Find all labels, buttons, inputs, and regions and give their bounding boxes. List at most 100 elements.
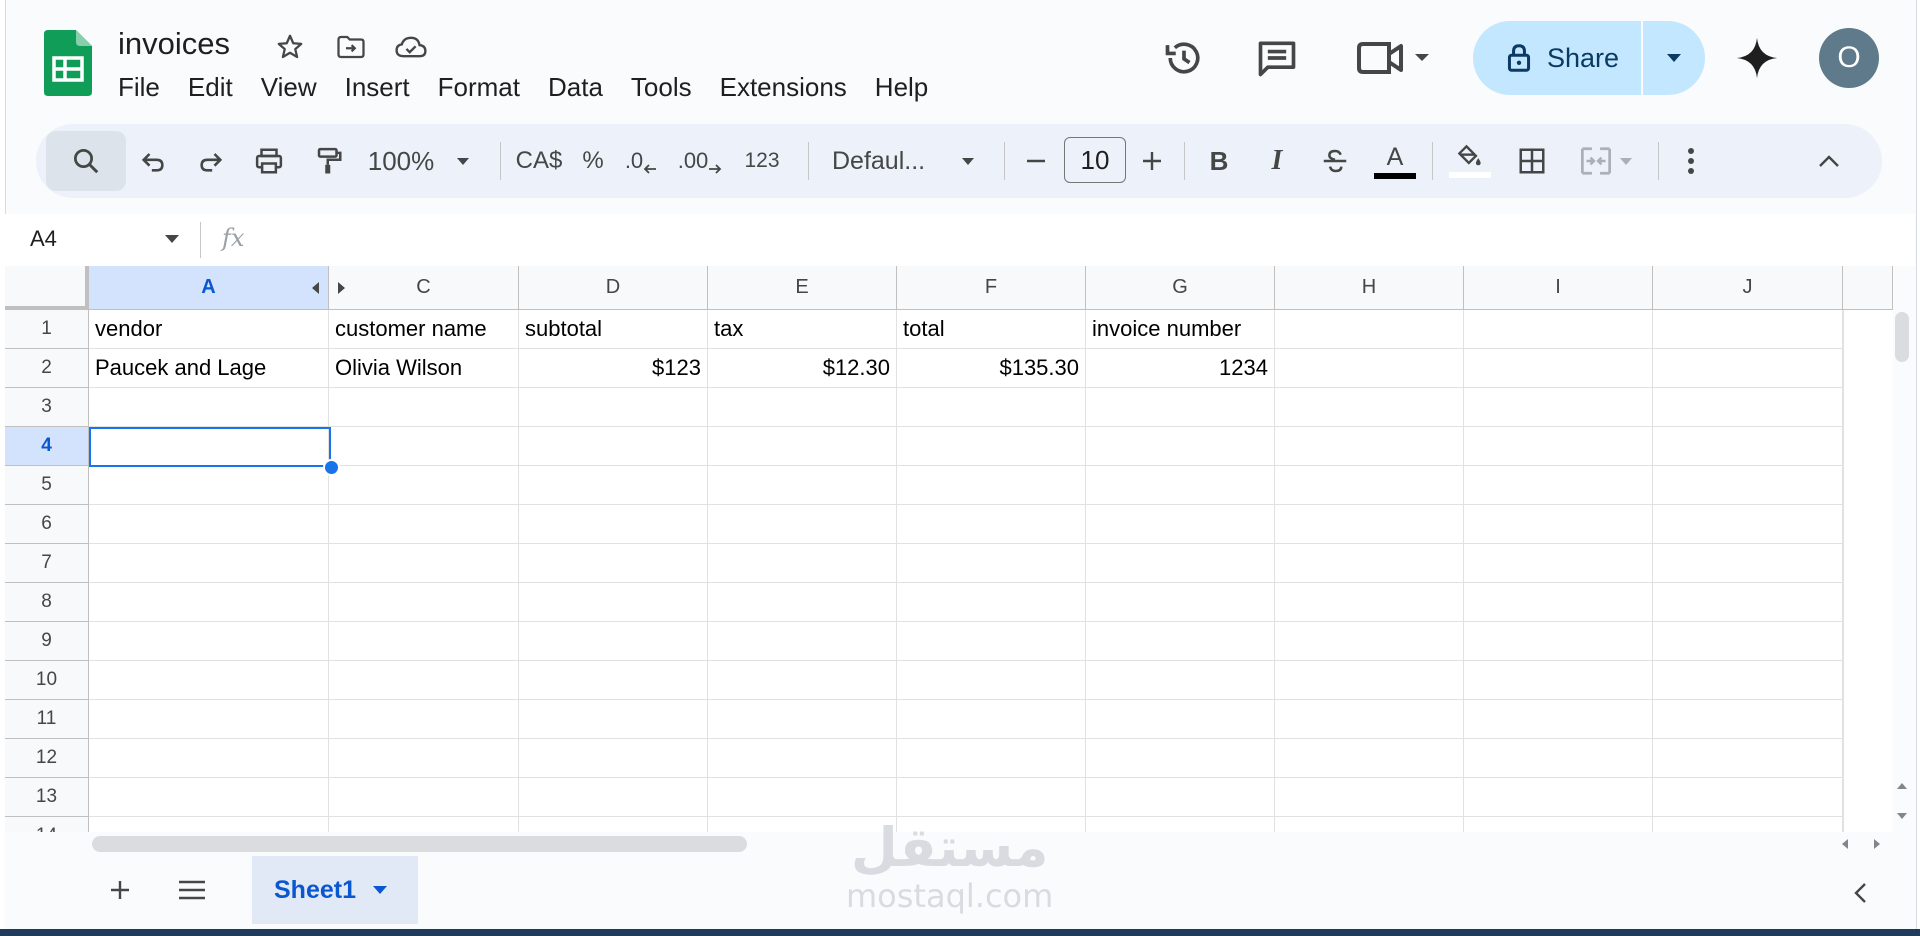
version-history-icon[interactable] [1160, 34, 1208, 82]
grid-cell[interactable] [1653, 778, 1843, 817]
grid-cell[interactable] [1275, 778, 1464, 817]
grid-cell[interactable] [1086, 817, 1275, 832]
grid-cell[interactable] [1653, 817, 1843, 832]
grid-cell[interactable] [1086, 544, 1275, 583]
gemini-sparkle-icon[interactable] [1733, 34, 1781, 82]
grid-cell[interactable] [519, 427, 708, 466]
fill-handle[interactable] [323, 459, 340, 476]
row-header-4[interactable]: 4 [5, 427, 89, 466]
grid-cell[interactable] [89, 583, 329, 622]
grid-cell[interactable] [89, 388, 329, 427]
column-header-j[interactable]: J [1653, 266, 1843, 310]
formula-input[interactable] [270, 224, 1870, 254]
active-cell-selection[interactable] [89, 427, 331, 467]
grid-cell[interactable] [1464, 583, 1653, 622]
bold-button[interactable]: B [1194, 124, 1244, 198]
cell-a2[interactable]: Paucek and Lage [89, 349, 329, 388]
print-icon[interactable] [242, 124, 296, 198]
grid-cell[interactable] [1086, 427, 1275, 466]
grid-cell[interactable] [1086, 505, 1275, 544]
hidden-columns-right-arrow-icon[interactable] [337, 281, 347, 295]
grid-cell[interactable] [708, 700, 897, 739]
comments-icon[interactable] [1253, 34, 1301, 82]
grid-cell[interactable] [897, 622, 1086, 661]
grid-cell[interactable] [1275, 466, 1464, 505]
vertical-scroll-thumb[interactable] [1895, 312, 1909, 362]
menu-file[interactable]: File [104, 72, 174, 103]
grid-cell[interactable] [89, 544, 329, 583]
grid-cell[interactable] [1464, 466, 1653, 505]
zoom-caret-icon[interactable] [448, 124, 478, 198]
grid-cell[interactable] [1464, 778, 1653, 817]
grid-cell[interactable] [519, 583, 708, 622]
grid-cell[interactable] [1275, 622, 1464, 661]
menu-extensions[interactable]: Extensions [706, 72, 861, 103]
grid-cell[interactable] [329, 466, 519, 505]
name-box-caret-icon[interactable] [164, 234, 180, 244]
grid-cell[interactable] [329, 778, 519, 817]
row-header-14[interactable]: 14 [5, 817, 89, 832]
grid-cell[interactable] [708, 778, 897, 817]
grid-cell[interactable] [519, 778, 708, 817]
grid-cell[interactable] [1275, 310, 1464, 349]
grid-cell[interactable] [897, 427, 1086, 466]
cell-c1[interactable]: customer name [329, 310, 519, 349]
grid-cell[interactable] [708, 583, 897, 622]
grid-cell[interactable] [329, 739, 519, 778]
grid-cell[interactable] [897, 700, 1086, 739]
grid-cell[interactable] [1464, 661, 1653, 700]
row-header-5[interactable]: 5 [5, 466, 89, 505]
paint-format-icon[interactable] [302, 124, 356, 198]
select-all-corner[interactable] [5, 266, 89, 310]
grid-cell[interactable] [89, 466, 329, 505]
grid-cell[interactable] [1653, 349, 1843, 388]
menu-insert[interactable]: Insert [331, 72, 424, 103]
grid-cell[interactable] [1464, 739, 1653, 778]
menu-data[interactable]: Data [534, 72, 617, 103]
grid-cell[interactable] [89, 661, 329, 700]
cell-d2[interactable]: $123 [519, 349, 708, 388]
grid-cell[interactable] [708, 427, 897, 466]
column-header-a[interactable]: A [89, 266, 329, 310]
cell-f1[interactable]: total [897, 310, 1086, 349]
cell-g1[interactable]: invoice number [1086, 310, 1275, 349]
column-header-c[interactable]: C [329, 266, 519, 310]
grid-cell[interactable] [89, 817, 329, 832]
grid-cell[interactable] [708, 466, 897, 505]
menu-edit[interactable]: Edit [174, 72, 247, 103]
add-sheet-icon[interactable] [102, 872, 138, 908]
grid-cell[interactable] [89, 739, 329, 778]
scroll-left-arrow-icon[interactable] [1841, 838, 1849, 850]
fill-color-button[interactable] [1442, 124, 1498, 198]
decrease-font-size-button[interactable] [1014, 124, 1058, 198]
grid-cell[interactable] [329, 544, 519, 583]
merge-cells-button[interactable] [1566, 124, 1646, 198]
menu-tools[interactable]: Tools [617, 72, 706, 103]
row-header-9[interactable]: 9 [5, 622, 89, 661]
percent-format-button[interactable]: % [574, 124, 612, 198]
scroll-up-arrow-icon[interactable] [1896, 782, 1908, 790]
name-box[interactable]: A4 [30, 226, 57, 252]
column-header-i[interactable]: I [1464, 266, 1653, 310]
row-header-7[interactable]: 7 [5, 544, 89, 583]
grid-cell[interactable] [329, 388, 519, 427]
row-header-3[interactable]: 3 [5, 388, 89, 427]
menu-view[interactable]: View [247, 72, 331, 103]
grid-cell[interactable] [89, 505, 329, 544]
text-color-button[interactable]: A [1368, 124, 1422, 198]
currency-format-button[interactable]: CA$ [510, 124, 568, 198]
scroll-down-arrow-icon[interactable] [1896, 812, 1908, 820]
grid-cell[interactable] [1275, 388, 1464, 427]
grid-cell[interactable] [1653, 661, 1843, 700]
grid-cell[interactable] [519, 466, 708, 505]
grid-cell[interactable] [1086, 739, 1275, 778]
grid-cell[interactable] [1653, 739, 1843, 778]
grid-cell[interactable] [1653, 544, 1843, 583]
grid-cell[interactable] [708, 661, 897, 700]
row-header-12[interactable]: 12 [5, 739, 89, 778]
column-header-e[interactable]: E [708, 266, 897, 310]
grid-cell[interactable] [897, 739, 1086, 778]
zoom-select[interactable]: 100% [360, 124, 442, 198]
more-options-icon[interactable] [1668, 124, 1714, 198]
grid-cell[interactable] [1275, 739, 1464, 778]
